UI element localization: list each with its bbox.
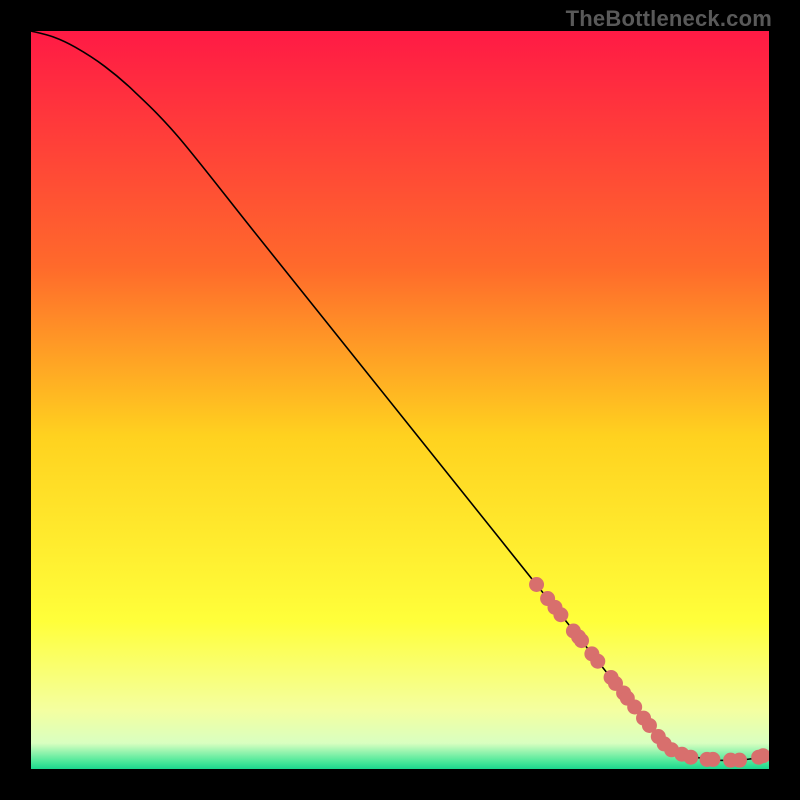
data-marker <box>732 753 747 768</box>
gradient-background <box>31 31 769 769</box>
data-marker <box>705 752 720 767</box>
data-marker <box>590 654 605 669</box>
data-marker <box>683 750 698 765</box>
plot-area <box>31 31 769 769</box>
chart-svg <box>31 31 769 769</box>
chart-container: TheBottleneck.com <box>0 0 800 800</box>
watermark-text: TheBottleneck.com <box>566 6 772 32</box>
data-marker <box>553 607 568 622</box>
data-marker <box>529 577 544 592</box>
data-marker <box>574 633 589 648</box>
